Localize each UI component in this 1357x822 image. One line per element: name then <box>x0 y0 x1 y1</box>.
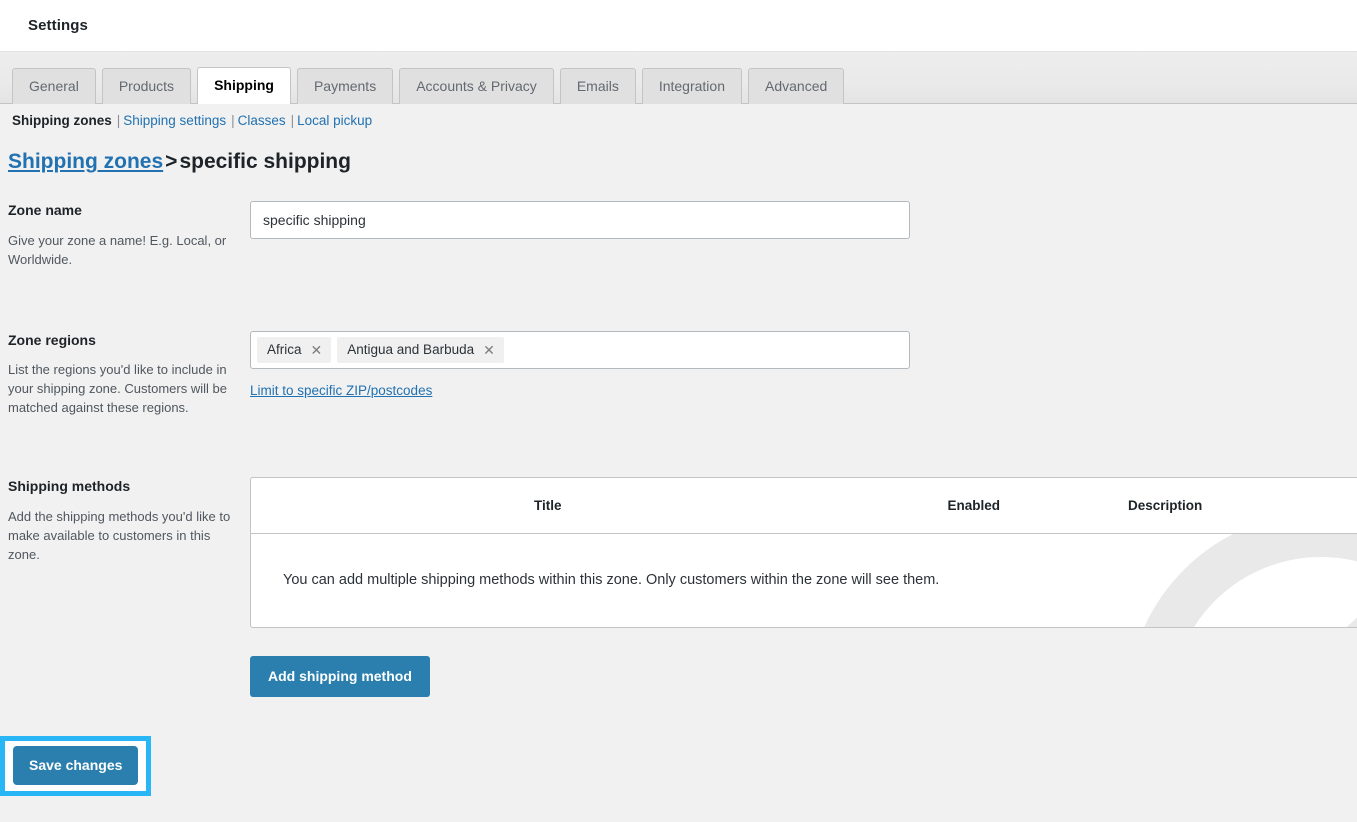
empty-state-message: You can add multiple shipping methods wi… <box>283 572 940 589</box>
subnav-separator-2: | <box>231 113 235 128</box>
tab-integration[interactable]: Integration <box>641 67 742 104</box>
subnav-separator-1: | <box>116 113 121 128</box>
region-token: Antigua and Barbuda ✕ <box>337 336 504 364</box>
zone-regions-description: List the regions you'd like to include i… <box>8 362 227 416</box>
subnav-item-classes[interactable]: Classes <box>238 113 286 128</box>
zone-name-field-col <box>250 201 1357 240</box>
save-changes-highlight-ring: Save changes <box>0 736 152 796</box>
tab-shipping[interactable]: Shipping <box>197 66 291 104</box>
column-header-enabled: Enabled <box>947 498 1001 514</box>
shipping-methods-empty-row: You can add multiple shipping methods wi… <box>251 534 1357 627</box>
subnav-item-shipping-settings[interactable]: Shipping settings <box>123 113 226 128</box>
subnav-item-local-pickup[interactable]: Local pickup <box>297 113 372 128</box>
add-shipping-method-button[interactable]: Add shipping method <box>250 656 430 698</box>
shipping-methods-heading: Shipping methods <box>8 478 131 495</box>
zone-name-input[interactable] <box>250 201 910 240</box>
settings-tab-strip: General Products Shipping Payments Accou… <box>0 52 1357 104</box>
breadcrumb-separator: > <box>165 150 178 173</box>
settings-tabs: General Products Shipping Payments Accou… <box>12 66 845 104</box>
tab-advanced[interactable]: Advanced <box>748 67 845 104</box>
shipping-methods-table-header: Title Enabled Description <box>251 478 1357 535</box>
zone-regions-label-col: Zone regions List the regions you'd like… <box>0 331 250 418</box>
zone-name-label-col: Zone name Give your zone a name! E.g. Lo… <box>0 201 250 269</box>
zone-regions-row: Zone regions List the regions you'd like… <box>0 330 1357 418</box>
shipping-methods-table: Title Enabled Description You can add mu… <box>250 477 1357 629</box>
shipping-zone-form: Zone name Give your zone a name! E.g. Lo… <box>0 201 1357 698</box>
region-token: Africa ✕ <box>257 336 332 364</box>
column-header-description: Description <box>1128 498 1203 514</box>
add-shipping-method-row: Add shipping method <box>0 656 1357 698</box>
page-title: Settings <box>28 17 88 34</box>
zone-name-description: Give your zone a name! E.g. Local, or Wo… <box>8 232 227 267</box>
subnav-item-shipping-zones[interactable]: Shipping zones <box>12 113 112 128</box>
subnav-separator-3: | <box>290 113 295 128</box>
tab-accounts-privacy[interactable]: Accounts & Privacy <box>399 67 554 104</box>
tab-products[interactable]: Products <box>101 67 192 104</box>
region-token-label: Africa <box>267 341 302 357</box>
shipping-methods-description: Add the shipping methods you'd like to m… <box>8 509 231 563</box>
zone-regions-token-input[interactable]: Africa ✕ Antigua and Barbuda ✕ <box>250 330 910 370</box>
top-bar: Settings <box>0 0 1357 52</box>
shipping-methods-row: Shipping methods Add the shipping method… <box>0 477 1357 629</box>
zone-name-row: Zone name Give your zone a name! E.g. Lo… <box>0 201 1357 269</box>
column-header-title: Title <box>534 498 562 514</box>
shipping-methods-field-col: Title Enabled Description You can add mu… <box>250 477 1357 629</box>
region-token-label: Antigua and Barbuda <box>347 341 475 357</box>
shipping-subnav: Shipping zones | Shipping settings | Classes… <box>0 104 1357 136</box>
breadcrumb-link-shipping-zones[interactable]: Shipping zones <box>8 150 163 173</box>
shipping-methods-label-col: Shipping methods Add the shipping method… <box>0 477 250 564</box>
limit-zip-postcodes-link[interactable]: Limit to specific ZIP/postcodes <box>250 383 432 398</box>
zone-regions-heading: Zone regions <box>8 331 96 348</box>
save-changes-container: Save changes <box>0 736 152 796</box>
close-icon[interactable]: ✕ <box>311 343 323 357</box>
breadcrumb-current: specific shipping <box>179 150 351 173</box>
breadcrumb: Shipping zones>specific shipping <box>0 136 1357 175</box>
close-icon[interactable]: ✕ <box>483 343 495 357</box>
zone-name-heading: Zone name <box>8 202 82 219</box>
tab-payments[interactable]: Payments <box>296 67 394 104</box>
tab-general[interactable]: General <box>12 67 96 104</box>
zone-regions-field-col: Africa ✕ Antigua and Barbuda ✕ Limit to … <box>250 330 1357 401</box>
save-changes-button[interactable]: Save changes <box>13 746 139 785</box>
tab-emails[interactable]: Emails <box>559 67 636 104</box>
